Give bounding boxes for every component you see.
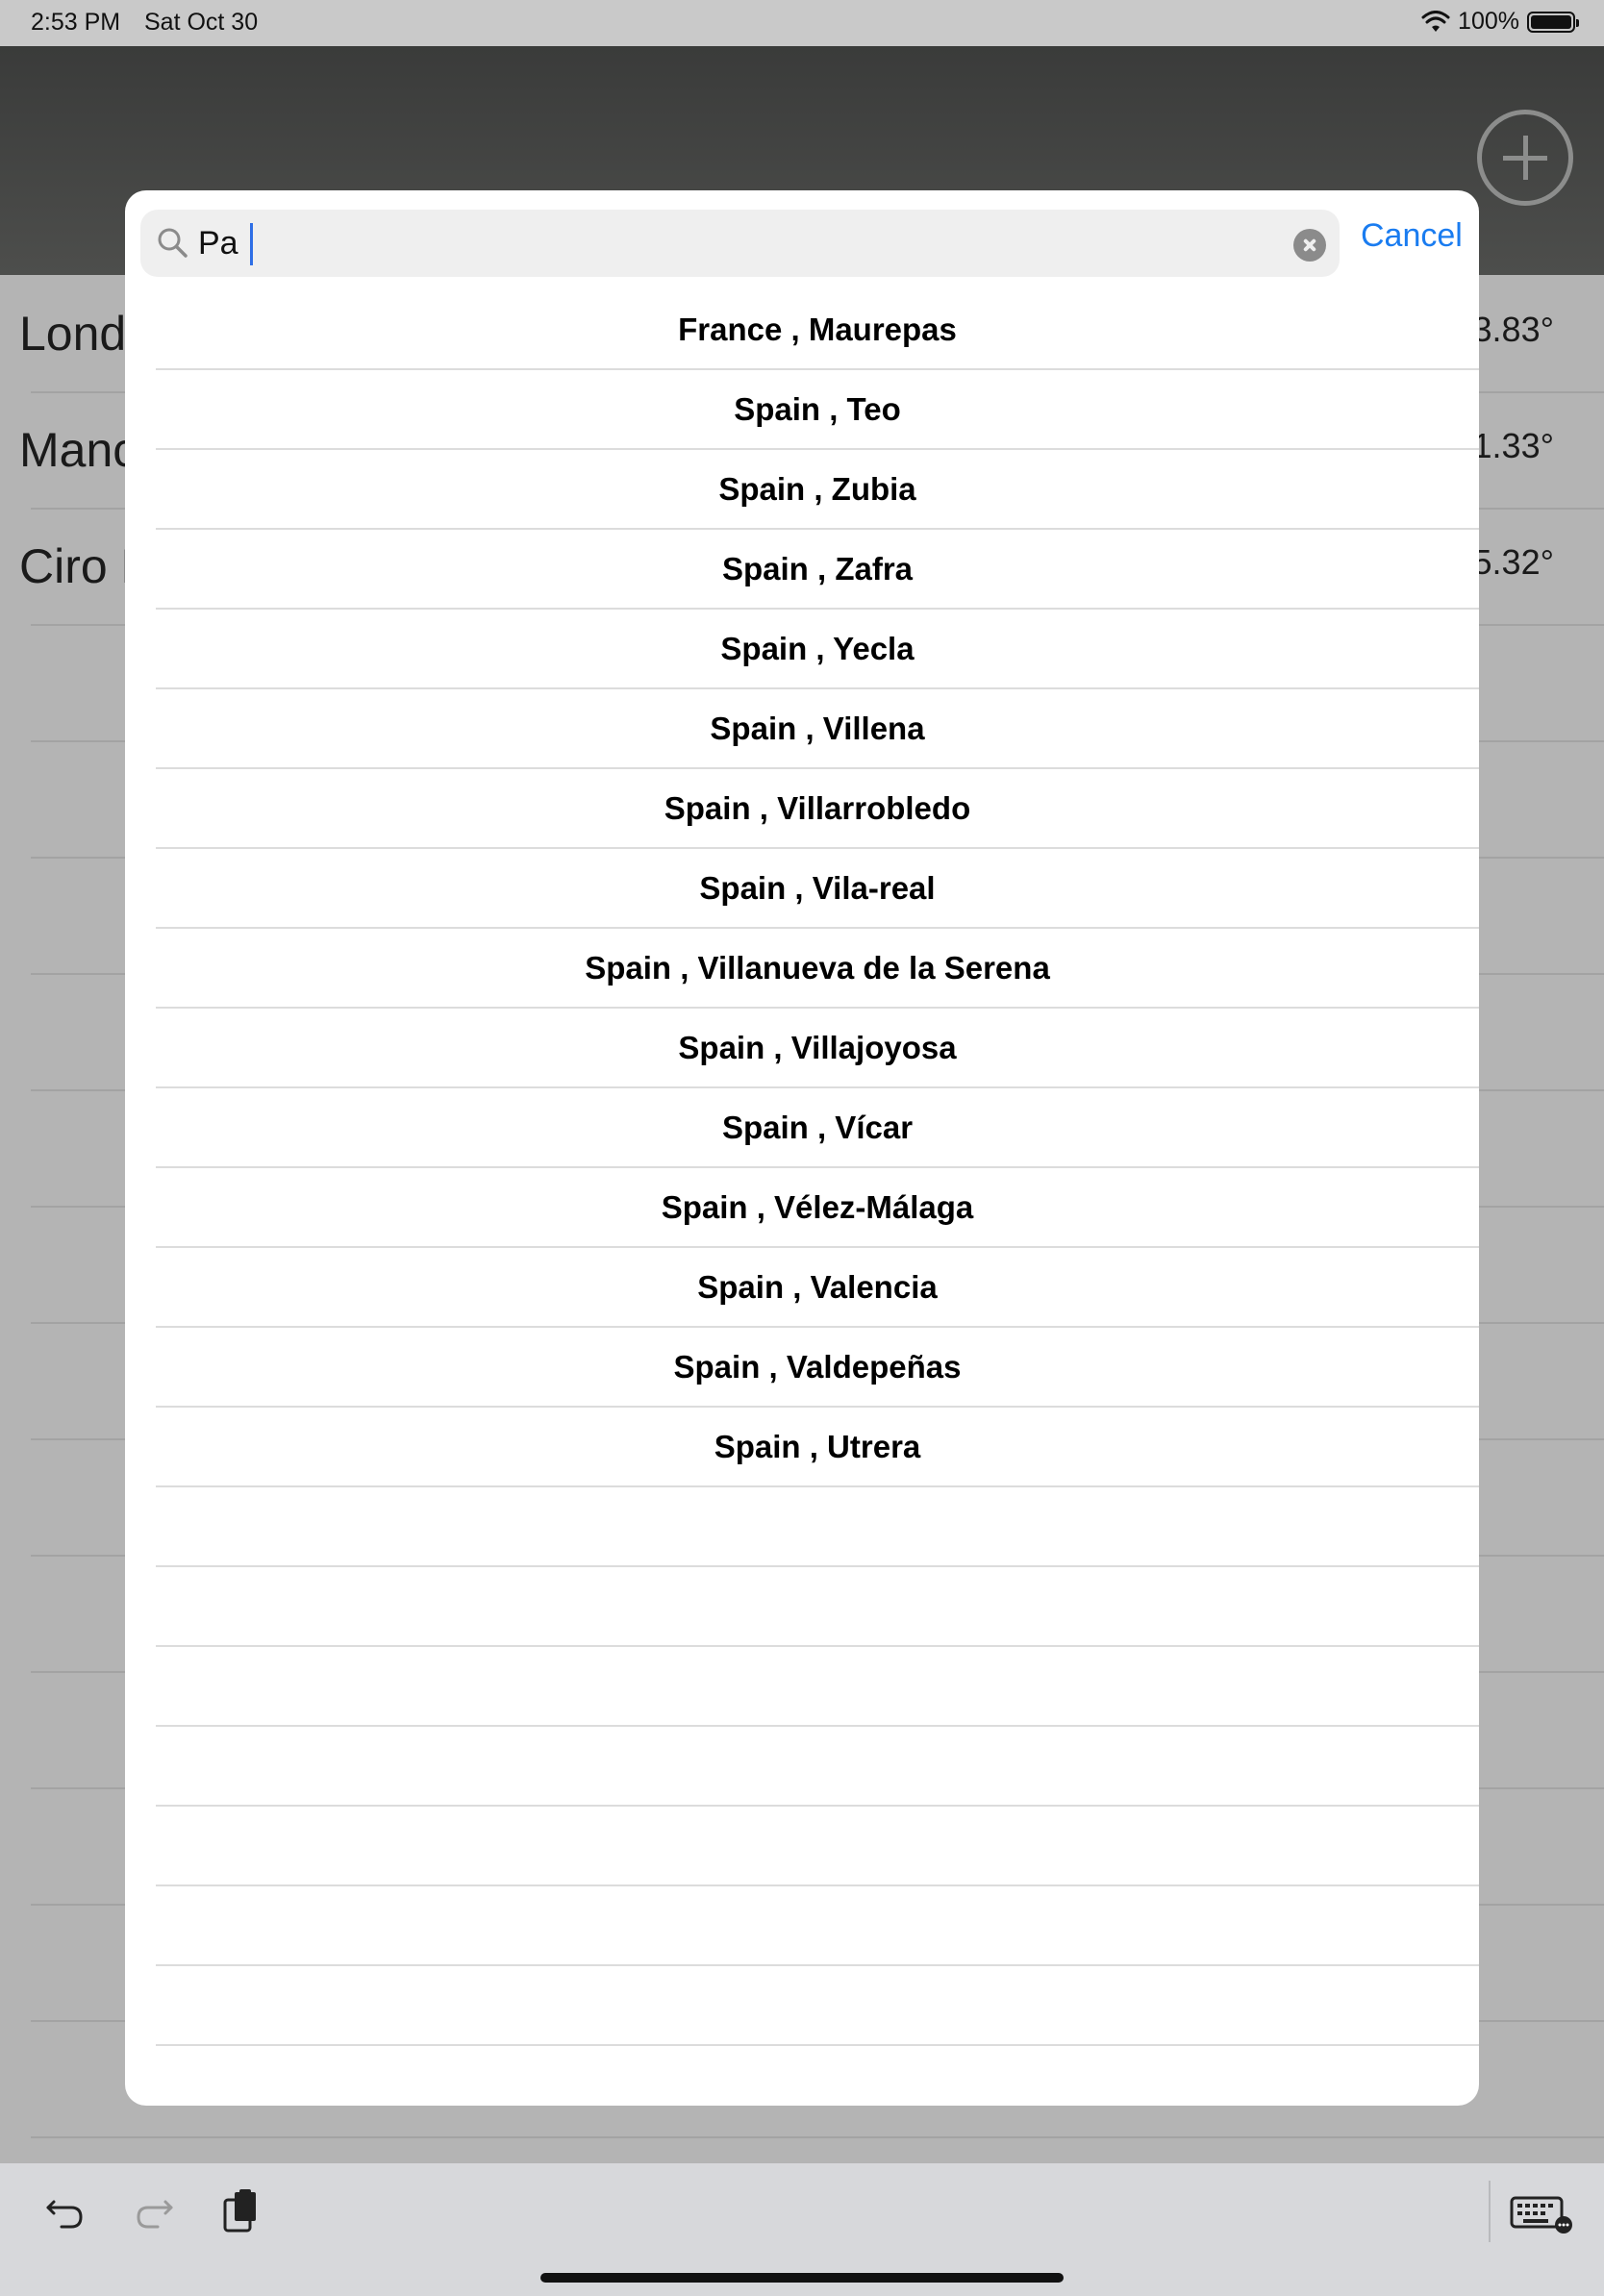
result-item[interactable]: Spain , Valencia <box>156 1248 1479 1328</box>
toolbar-divider <box>1489 2181 1491 2242</box>
city-name: Lond <box>19 307 127 361</box>
result-item[interactable]: Spain , Villanueva de la Serena <box>156 929 1479 1009</box>
wifi-icon <box>1421 10 1450 32</box>
search-modal: Pa Cancel France , Maurepas Spain , Teo … <box>125 190 1479 2106</box>
result-item[interactable]: Spain , Utrera <box>156 1408 1479 1487</box>
result-item[interactable]: Spain , Zubia <box>156 450 1479 530</box>
search-results: France , Maurepas Spain , Teo Spain , Zu… <box>156 290 1479 2046</box>
empty-result-row <box>156 1567 1479 1647</box>
status-time: 2:53 PM <box>31 9 121 36</box>
result-item[interactable]: Spain , Zafra <box>156 530 1479 610</box>
empty-result-row <box>156 1727 1479 1807</box>
result-item[interactable]: Spain , Yecla <box>156 610 1479 689</box>
search-input[interactable]: Pa <box>198 217 238 269</box>
result-item[interactable]: Spain , Teo <box>156 370 1479 450</box>
empty-result-row <box>156 1966 1479 2046</box>
result-item[interactable]: Spain , Villena <box>156 689 1479 769</box>
add-city-button[interactable] <box>1477 110 1573 206</box>
city-name: Manc <box>19 423 138 477</box>
battery-percent: 100% <box>1458 8 1519 35</box>
cancel-button[interactable]: Cancel <box>1361 217 1463 255</box>
text-caret <box>250 223 253 265</box>
empty-result-row <box>156 1807 1479 1886</box>
paste-icon[interactable] <box>213 2184 267 2238</box>
result-item[interactable]: Spain , Vícar <box>156 1088 1479 1168</box>
result-item[interactable]: Spain , Vila-real <box>156 849 1479 929</box>
clear-search-icon[interactable] <box>1293 229 1326 262</box>
result-item[interactable]: France , Maurepas <box>156 290 1479 370</box>
status-bar: 2:53 PM Sat Oct 30 100% <box>0 0 1604 46</box>
battery-icon <box>1527 11 1579 33</box>
keyboard-icon[interactable] <box>1508 2184 1573 2238</box>
undo-icon[interactable] <box>38 2184 92 2238</box>
empty-result-row <box>156 1886 1479 1966</box>
result-item[interactable]: Spain , Valdepeñas <box>156 1328 1479 1408</box>
result-item[interactable]: Spain , Villarrobledo <box>156 769 1479 849</box>
city-temp: 5.32° <box>1472 542 1554 582</box>
search-bar[interactable]: Pa <box>140 210 1340 277</box>
city-temp: 1.33° <box>1472 426 1554 465</box>
city-temp: 3.83° <box>1472 310 1554 349</box>
search-icon <box>158 228 188 258</box>
empty-result-row <box>156 1487 1479 1567</box>
status-right: 100% <box>1421 8 1579 36</box>
redo-icon[interactable] <box>127 2184 181 2238</box>
empty-result-row <box>156 1647 1479 1727</box>
home-indicator <box>540 2273 1064 2283</box>
result-item[interactable]: Spain , Villajoyosa <box>156 1009 1479 1088</box>
status-date: Sat Oct 30 <box>144 9 259 36</box>
result-item[interactable]: Spain , Vélez-Málaga <box>156 1168 1479 1248</box>
